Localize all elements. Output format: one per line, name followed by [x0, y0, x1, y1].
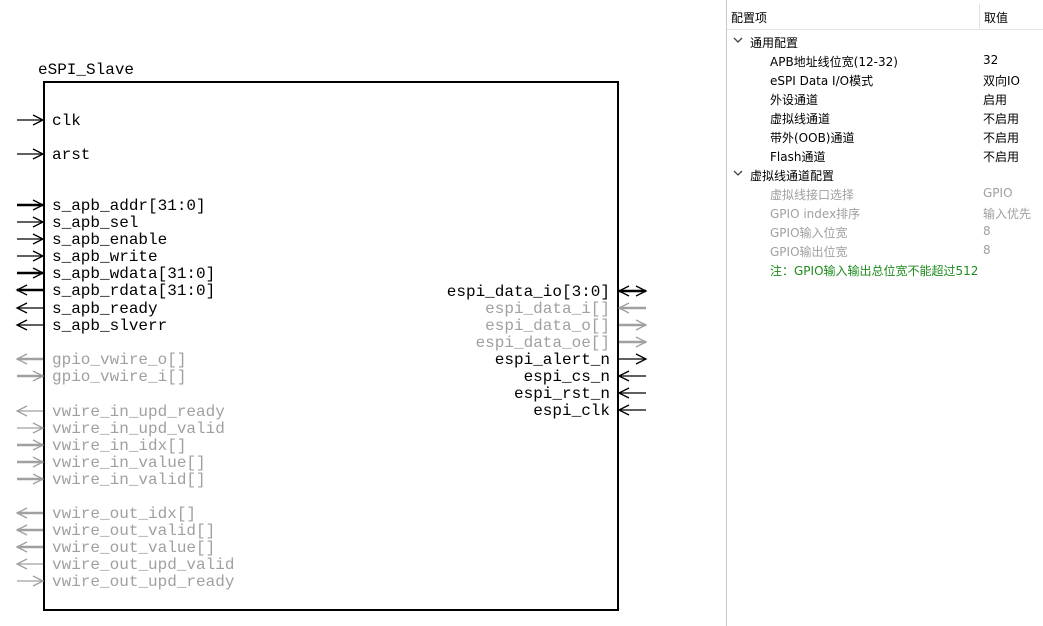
port-label-right: espi_data_io[3:0] [447, 283, 610, 301]
port-label-left: vwire_out_upd_valid [52, 556, 234, 574]
port-label-left: s_apb_write [52, 248, 158, 266]
config-note: 注：GPIO输入输出总位宽不能超过512 [727, 259, 1043, 278]
port-label-left: s_apb_slverr [52, 317, 167, 335]
config-item-value[interactable]: 不启用 [983, 110, 1019, 127]
port-label-left: vwire_in_valid[] [52, 471, 206, 489]
module-title: eSPI_Slave [38, 61, 134, 79]
group-general[interactable]: 通用配置 [727, 31, 1043, 50]
port-label-right: espi_rst_n [514, 385, 610, 403]
config-item-name: GPIO输入位宽 [770, 226, 848, 240]
config-row-peripheral[interactable]: 外设通道 启用 [727, 88, 1043, 107]
config-item-value: 8 [983, 224, 991, 238]
config-item-value[interactable]: 启用 [983, 91, 1007, 108]
config-item-value[interactable]: 不启用 [983, 129, 1019, 146]
port-label-left: s_apb_sel [52, 214, 138, 232]
config-item-name: GPIO index排序 [770, 207, 861, 221]
config-item-name: 带外(OOB)通道 [770, 131, 855, 145]
port-label-left: vwire_in_value[] [52, 454, 206, 472]
port-list: clk arst s_apb_addr[31:0]s_apb_sels_apb_en… [15, 112, 648, 591]
port-label-left: vwire_in_upd_ready [52, 403, 225, 421]
chevron-down-icon[interactable] [733, 35, 743, 45]
config-row-apb-width[interactable]: APB地址线位宽(12-32) 32 [727, 50, 1043, 69]
group-title: 虚拟线通道配置 [750, 169, 835, 183]
config-item-value: 输入优先 [983, 207, 1032, 221]
port-label-right: espi_clk [533, 402, 610, 420]
port-label-left: gpio_vwire_i[] [52, 368, 186, 386]
config-item-name: eSPI Data I/O模式 [770, 74, 874, 88]
port-label-left: vwire_out_value[] [52, 539, 215, 557]
port-label-left: s_apb_addr[31:0] [52, 197, 206, 215]
port-label-right: espi_cs_n [524, 368, 610, 386]
config-item-value: 8 [983, 243, 991, 257]
column-divider[interactable] [979, 4, 980, 28]
column-header-name: 配置项 [731, 11, 768, 25]
port-label-right: espi_data_oe[] [476, 334, 610, 352]
config-item-value[interactable]: 32 [983, 53, 998, 67]
port-label-left: vwire_in_idx[] [52, 437, 186, 455]
port-label-left: s_apb_enable [52, 231, 167, 249]
config-item-name: APB地址线位宽(12-32) [770, 55, 898, 69]
config-row-gpio-out-width: GPIO输出位宽 8 [727, 240, 1043, 259]
port-label-left: clk [52, 112, 81, 130]
config-item-name: Flash通道 [770, 150, 826, 164]
schematic-canvas: eSPI_Slave clkarsts_apb_addr[31:0]s_apb_… [15, 61, 648, 611]
config-row-gpio-in-width: GPIO输入位宽 8 [727, 221, 1043, 240]
chevron-down-icon[interactable] [733, 168, 743, 178]
port-label-left: vwire_out_idx[] [52, 505, 196, 523]
config-row-vwire[interactable]: 虚拟线通道 不启用 [727, 107, 1043, 126]
port-label-left: s_apb_rdata[31:0] [52, 282, 215, 300]
config-header: 配置项 取值 [727, 0, 1043, 30]
port-label-right: espi_data_o[] [485, 317, 610, 335]
config-panel: 配置项 取值 通用配置 APB地址线位宽(12-32) 32 eSPI Data… [726, 0, 1043, 626]
config-item-name: GPIO输出位宽 [770, 245, 848, 259]
group-vwire[interactable]: 虚拟线通道配置 [727, 164, 1043, 183]
config-item-value: GPIO [983, 186, 1013, 200]
port-label-left: gpio_vwire_o[] [52, 351, 186, 369]
config-item-value[interactable]: 双向IO [983, 72, 1020, 89]
config-row-flash[interactable]: Flash通道 不启用 [727, 145, 1043, 164]
port-label-right: espi_data_i[] [485, 300, 610, 318]
config-row-io-mode[interactable]: eSPI Data I/O模式 双向IO [727, 69, 1043, 88]
config-item-name: 虚拟线接口选择 [770, 188, 855, 202]
config-item-value[interactable]: 不启用 [983, 148, 1019, 165]
port-label-left: vwire_in_upd_valid [52, 420, 225, 438]
config-row-vwire-interface: 虚拟线接口选择 GPIO [727, 183, 1043, 202]
port-label-left: vwire_out_upd_ready [52, 573, 235, 591]
group-title: 通用配置 [750, 36, 799, 50]
config-item-name: 虚拟线通道 [770, 112, 831, 126]
port-label-right: espi_alert_n [495, 351, 610, 369]
note-text: 注：GPIO输入输出总位宽不能超过512 [770, 264, 979, 278]
config-row-oob[interactable]: 带外(OOB)通道 不启用 [727, 126, 1043, 145]
column-header-value: 取值 [984, 11, 1009, 25]
port-label-left: s_apb_ready [52, 300, 158, 318]
port-label-left: arst [52, 146, 90, 164]
schematic-diagram: eSPI_Slave clk arst s_apb_addr[31:0] s_apb_… [0, 0, 726, 626]
port-label-left: vwire_out_valid[] [52, 522, 215, 540]
config-item-name: 外设通道 [770, 93, 819, 107]
port-label-left: s_apb_wdata[31:0] [52, 265, 215, 283]
config-row-gpio-order: GPIO index排序 输入优先 [727, 202, 1043, 221]
